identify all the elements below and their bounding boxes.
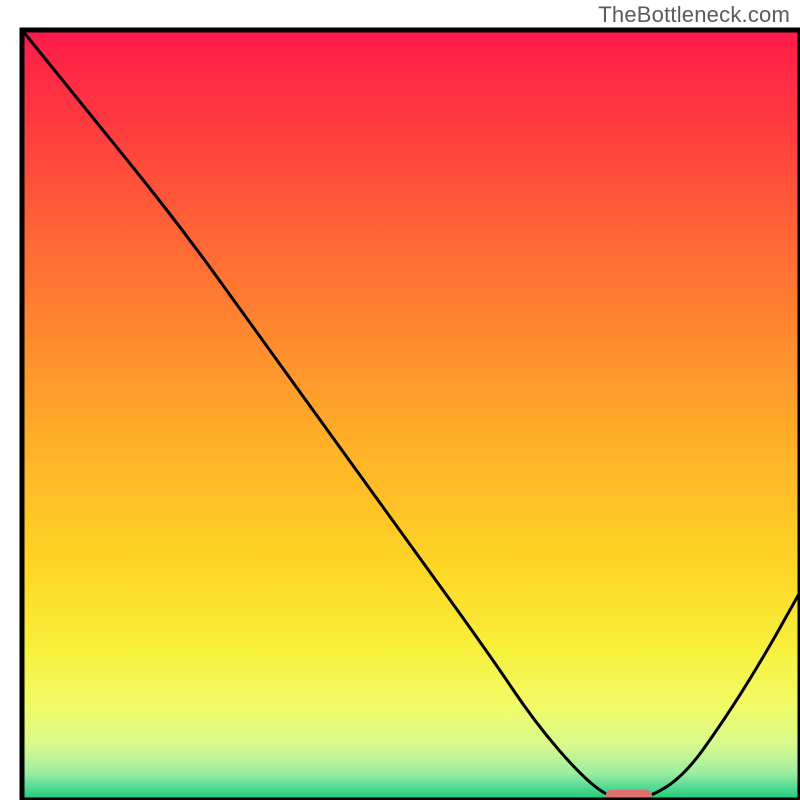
watermark-text: TheBottleneck.com <box>598 2 790 28</box>
chart-container: { "watermark": "TheBottleneck.com", "cha… <box>0 0 800 800</box>
plot-background <box>22 30 800 800</box>
bottleneck-chart <box>0 0 800 800</box>
